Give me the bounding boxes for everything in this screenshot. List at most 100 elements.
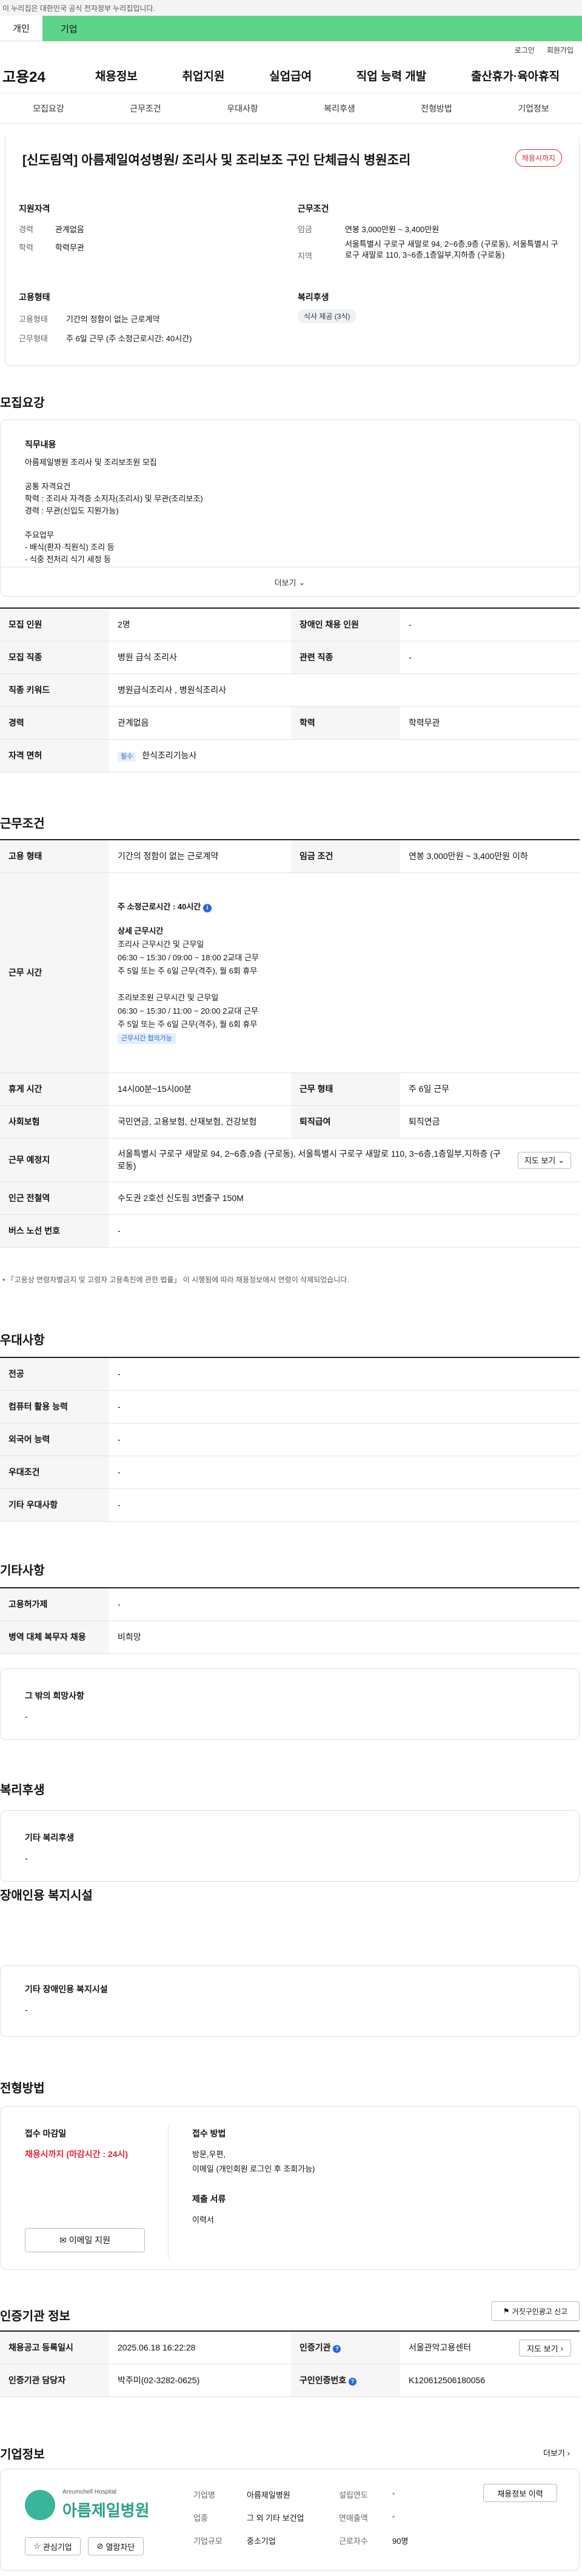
table-row: 인근 전철역 수도권 2호선 신도림 3번출구 150M	[0, 1182, 580, 1215]
employment-heading: 고용형태	[19, 292, 50, 302]
chevron-down-icon: ⌄	[558, 1155, 565, 1165]
gnb-item-parental-leave[interactable]: 출산휴가·육아휴직	[471, 67, 560, 84]
table-row: 버스 노선 번호 -	[0, 1214, 580, 1248]
job-desc-more-button[interactable]: 더보기 ⌄	[1, 567, 579, 597]
hours-negotiable-badge: 근무시간 협의가능	[118, 1033, 176, 1044]
founded-label: 설립연도	[339, 2491, 368, 2500]
more-label: 더보기	[274, 578, 296, 587]
table-key: 퇴직급여	[291, 1105, 400, 1139]
disability-section-title: 장애인용 복지시설	[0, 1889, 93, 1902]
table-key: 근무 시간	[0, 872, 109, 1073]
table-row: 기타 우대사항 -	[0, 1488, 580, 1522]
region-label: 지역	[298, 252, 312, 261]
job-history-button[interactable]: 채용정보 이력	[483, 2484, 557, 2502]
table-key: 컴퓨터 활용 능력	[0, 1390, 109, 1423]
table-key: 경력	[0, 706, 109, 740]
tab-corporate[interactable]: 기업	[42, 16, 582, 41]
login-link[interactable]: 로그인	[515, 45, 535, 55]
favorite-label: 관심기업	[42, 2542, 72, 2552]
etc-section-title: 기타사항	[0, 1564, 45, 1577]
table-value: 주 소정근로시간 : 40시간 i 상세 근무시간 조리사 근무시간 및 근무일…	[109, 872, 580, 1073]
etc-other-title: 그 밖의 희망사항	[25, 1691, 84, 1701]
section-link-conditions[interactable]: 근무조건	[130, 102, 161, 115]
recruit-section-title: 모집요강	[0, 396, 45, 410]
job-desc-line	[25, 517, 203, 529]
chevron-down-icon: ⌄	[298, 577, 306, 587]
info-icon: i	[202, 904, 212, 912]
table-value: -	[109, 1456, 580, 1489]
agency-map-button[interactable]: 지도 보기 ›	[519, 2340, 571, 2357]
map-button[interactable]: 지도 보기 ⌄	[518, 1151, 571, 1169]
section-link-selection[interactable]: 전형방법	[421, 102, 452, 115]
member-type-tabs: 개인 기업	[0, 16, 582, 41]
gnb-item-job-training[interactable]: 직업 능력 개발	[356, 67, 426, 84]
hours-line: 06:30 ~ 15:30 / 11:00 ~ 20:00 2교대 근무	[118, 1006, 258, 1015]
company-section-title: 기업정보	[0, 2448, 45, 2461]
tab-individual[interactable]: 개인	[0, 16, 42, 41]
block-company-button[interactable]: ⊘ 열람차단	[88, 2537, 144, 2555]
hospital-logo-icon	[25, 2490, 55, 2520]
deadline-value: 채용시까지 (마감시간 : 24시)	[25, 2149, 129, 2159]
table-value: 병원급식조리사 , 병원식조리사	[109, 674, 580, 707]
tab-corporate-label: 기업	[61, 24, 78, 35]
table-row: 자격 면허 필수 한식조리기능사	[0, 739, 580, 772]
table-row: 전공 -	[0, 1357, 580, 1391]
job-desc-heading: 직무내용	[25, 440, 56, 449]
gnb-item-employment-support[interactable]: 취업지원	[182, 67, 225, 84]
gnb-item-unemployment-benefit[interactable]: 실업급여	[269, 67, 312, 84]
join-link[interactable]: 회원가입	[547, 45, 574, 55]
job-summary-card: [신도림역] 아름제일여성병원/ 조리사 및 조리보조 구인 단체급식 병원조리…	[5, 137, 580, 366]
report-false-ad-button[interactable]: ⚑ 거짓구인광고 신고	[491, 2301, 580, 2321]
email-apply-label: 이메일 지원	[69, 2235, 111, 2245]
company-size-label: 기업규모	[193, 2537, 222, 2546]
flag-icon: ⚑	[503, 2307, 510, 2315]
table-value: 병원 급식 조리사	[109, 641, 291, 674]
section-link-preference[interactable]: 우대사항	[227, 102, 258, 115]
conditions-heading: 근무조건	[298, 204, 329, 213]
docs-value: 이력서	[192, 2215, 214, 2224]
welfare-section-title: 복리후생	[0, 1784, 45, 1797]
table-value: -	[400, 641, 580, 674]
table-value: 필수 한식조리기능사	[109, 739, 580, 772]
table-row: 외국어 능력 -	[0, 1423, 580, 1456]
table-row: 인증기관 담당자 박주미(02-3282-0625) 구인인증번호 ? K120…	[0, 2364, 580, 2397]
table-value: 학력무관	[400, 706, 580, 740]
employees-value: 90명	[392, 2537, 409, 2546]
table-key: 근무 예정지	[0, 1138, 109, 1182]
welfare-tag: 식사 제공 (3식)	[298, 309, 356, 323]
table-row: 모집 인원 2명 장애인 채용 인원 -	[0, 608, 580, 641]
table-key: 임금 조건	[291, 840, 400, 873]
etc-other-value: -	[25, 1711, 28, 1721]
wage-label: 임금	[298, 225, 312, 234]
company-more-link[interactable]: 더보기 ›	[543, 2447, 570, 2458]
favorite-company-button[interactable]: ☆ 관심기업	[25, 2537, 81, 2555]
email-apply-button[interactable]: ✉ 이메일 지원	[25, 2228, 145, 2252]
table-value: 퇴직연금	[400, 1105, 580, 1139]
hours-line: 조리사 근무시간 및 근무일	[118, 940, 204, 949]
selection-section-title: 전형방법	[0, 2082, 45, 2095]
table-key: 버스 노선 번호	[0, 1214, 109, 1248]
section-link-company[interactable]: 기업정보	[518, 102, 549, 115]
company-more-label: 더보기	[543, 2449, 565, 2458]
table-value: -	[109, 1488, 580, 1522]
gov-banner: 이 누리집은 대한민국 공식 전자정부 누리집입니다.	[0, 0, 582, 16]
table-value: 수도권 2호선 신도림 3번출구 150M	[109, 1182, 580, 1215]
table-row: 고용 형태 기간의 정함이 없는 근로계약 임금 조건 연봉 3,000만원 ~…	[0, 840, 580, 873]
site-logo[interactable]: 고용24	[0, 65, 73, 86]
table-key: 사회보험	[0, 1105, 109, 1139]
job-desc-line	[25, 469, 203, 481]
section-link-recruit[interactable]: 모집요강	[33, 102, 64, 115]
table-key: 모집 직종	[0, 641, 109, 674]
company-card: Areumchell Hospital 아름제일병원 ☆ 관심기업 ⊘ 열람차단 기…	[0, 2469, 580, 2571]
gnb-item-jobs[interactable]: 채용정보	[95, 67, 138, 84]
status-badge: 채용시까지	[515, 149, 562, 167]
map-button-label: 지도 보기	[524, 1156, 556, 1165]
preference-table: 전공 - 컴퓨터 활용 능력 - 외국어 능력 - 우대조건 - 기타 우대사항 -	[0, 1357, 580, 1522]
table-row: 고용허가제 -	[0, 1588, 580, 1621]
section-link-welfare[interactable]: 복리후생	[324, 102, 355, 115]
agency-table: 채용공고 등록일시 2025.06.18 16:22:28 인증기관 ? 서울관…	[0, 2330, 580, 2397]
table-value: -	[109, 1588, 580, 1621]
mail-icon: ✉	[59, 2235, 67, 2245]
table-key: 구인인증번호 ?	[291, 2364, 400, 2397]
deadline-title: 접수 마감일	[25, 2129, 67, 2138]
